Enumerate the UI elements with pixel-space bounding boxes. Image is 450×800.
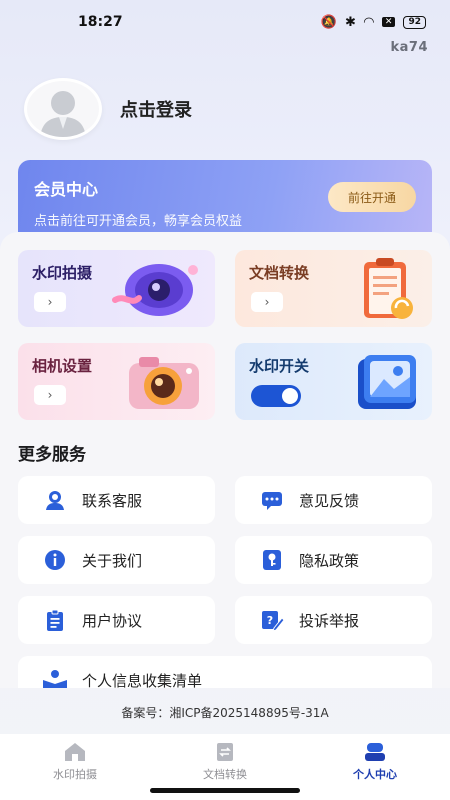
service-label: 用户协议 (82, 611, 143, 630)
avatar[interactable] (24, 78, 102, 140)
main-panel: 水印拍摄 › 文档转换 › 相机设置 › 水印开关 更多服务 联系客服 意见反馈… (0, 232, 450, 688)
feedback-icon (259, 487, 285, 513)
icp-record: 备案号：湘ICP备2025148895号-31A (121, 706, 329, 720)
camera-icon (123, 349, 205, 419)
feature-grid: 水印拍摄 › 文档转换 › 相机设置 › 水印开关 (18, 250, 432, 420)
service-label: 联系客服 (82, 491, 143, 510)
service-about[interactable]: 关于我们 (18, 536, 215, 584)
user-avatar-icon (40, 91, 86, 137)
profile-header[interactable]: 点击登录 (24, 78, 192, 140)
info-icon (42, 547, 68, 573)
feature-go-button[interactable]: › (34, 385, 66, 405)
svg-text:?: ? (267, 614, 273, 627)
feature-go-button[interactable]: › (251, 292, 283, 312)
nav-label: 文档转换 (203, 768, 247, 781)
bluetooth-icon: ✱ (345, 14, 356, 30)
home-icon (65, 743, 85, 761)
feature-watermark-toggle[interactable]: 水印开关 (235, 343, 432, 420)
service-label: 个人信息收集清单 (82, 671, 203, 689)
service-label: 隐私政策 (299, 551, 360, 570)
service-contact[interactable]: 联系客服 (18, 476, 215, 524)
no-sim-icon: ✕ (381, 17, 396, 27)
nav-label: 个人中心 (353, 768, 397, 781)
status-bar: 18:27 🔕 ✱ ◠ ✕ 92 (0, 0, 450, 44)
clipboard-icon (352, 256, 422, 328)
vip-subtitle: 点击前往可开通会员，畅享会员权益 (34, 214, 243, 229)
nav-profile[interactable]: 个人中心 (320, 742, 430, 800)
version-label: ka74 (390, 40, 428, 55)
service-label: 投诉举报 (299, 611, 360, 630)
agreement-clipboard-icon (42, 607, 68, 633)
vip-open-button[interactable]: 前往开通 (328, 182, 416, 212)
document-convert-icon (217, 743, 233, 761)
nav-watermark-shoot[interactable]: 水印拍摄 (20, 742, 130, 800)
feature-watermark-shoot[interactable]: 水印拍摄 › (18, 250, 215, 327)
service-report[interactable]: ? 投诉举报 (235, 596, 432, 644)
service-agreement[interactable]: 用户协议 (18, 596, 215, 644)
feature-doc-convert[interactable]: 文档转换 › (235, 250, 432, 327)
nav-label: 水印拍摄 (53, 768, 97, 781)
status-icons: 🔕 ✱ ◠ ✕ 92 (321, 15, 426, 30)
battery-icon: 92 (403, 15, 426, 29)
privacy-key-icon (259, 547, 285, 573)
service-personal-info[interactable]: 个人信息收集清单 (18, 656, 432, 688)
service-feedback[interactable]: 意见反馈 (235, 476, 432, 524)
mute-icon: 🔕 (320, 14, 338, 30)
service-privacy[interactable]: 隐私政策 (235, 536, 432, 584)
feature-go-button[interactable]: › (34, 292, 66, 312)
feature-camera-settings[interactable]: 相机设置 › (18, 343, 215, 420)
status-time: 18:27 (78, 14, 123, 30)
service-label: 意见反馈 (299, 491, 360, 510)
wifi-icon: ◠ (363, 14, 374, 30)
more-services-title: 更多服务 (18, 445, 86, 465)
camera-lens-icon (105, 256, 205, 326)
login-link[interactable]: 点击登录 (120, 96, 192, 122)
personal-info-icon (42, 667, 68, 688)
profile-icon (365, 743, 385, 761)
service-grid: 联系客服 意见反馈 关于我们 隐私政策 用户协议 ? 投诉举报 (18, 476, 432, 644)
watermark-toggle-switch[interactable] (251, 385, 301, 407)
home-indicator (150, 788, 300, 793)
image-icon (352, 349, 422, 419)
customer-service-icon (42, 487, 68, 513)
service-label: 关于我们 (82, 551, 143, 570)
report-edit-icon: ? (259, 607, 285, 633)
